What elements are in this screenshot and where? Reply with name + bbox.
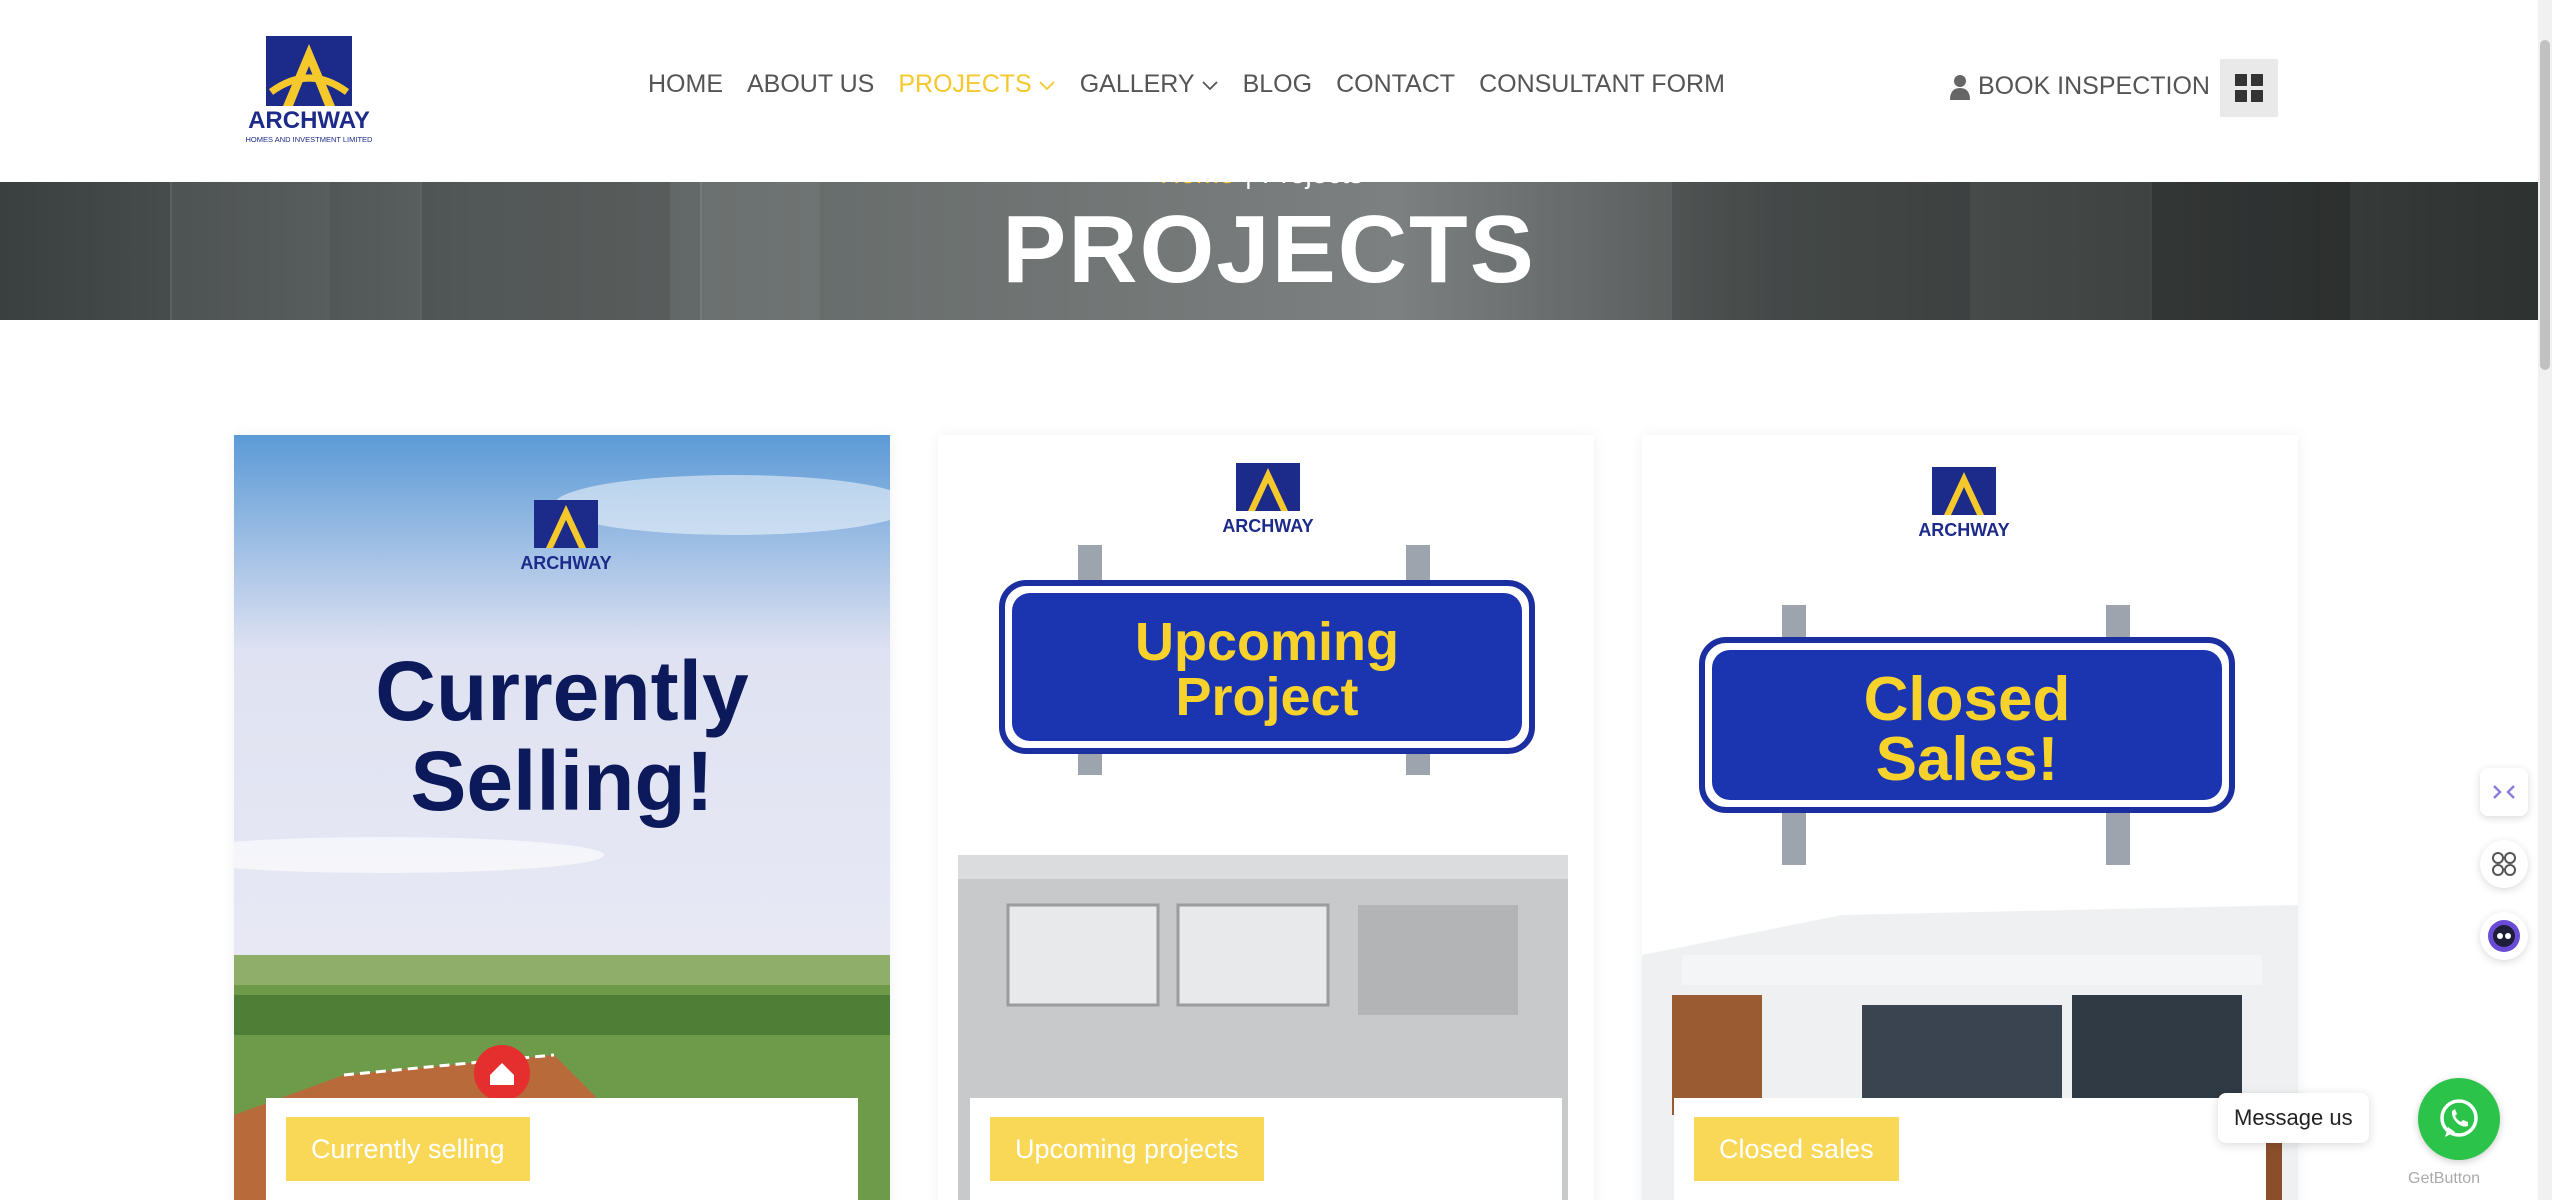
currently-selling-poster: ARCHWAY Currently Selling! (234, 435, 890, 1200)
logo-text: ARCHWAY (248, 107, 370, 134)
apps-widget[interactable] (2480, 840, 2528, 888)
poster-line-2: Sales! (1876, 725, 2059, 794)
svg-text:ARCHWAY: ARCHWAY (520, 553, 611, 573)
chevron-down-icon (1039, 80, 1055, 90)
user-icon (1950, 74, 1970, 100)
card-label-box: Upcoming projects (970, 1098, 1562, 1200)
message-us-bubble[interactable]: Message us (2218, 1093, 2369, 1143)
nav-home[interactable]: HOME (648, 70, 723, 99)
nav-consultant-label: CONSULTANT FORM (1479, 70, 1725, 98)
svg-text:ARCHWAY: ARCHWAY (1222, 516, 1313, 536)
nav-contact[interactable]: CONTACT (1336, 70, 1455, 99)
nav-gallery-label: GALLERY (1079, 70, 1195, 98)
card-tag[interactable]: Closed sales (1694, 1117, 1899, 1181)
page-title: PROJECTS (1002, 196, 1536, 303)
chevron-down-icon (1201, 80, 1218, 90)
nav-blog-label: BLOG (1242, 70, 1313, 98)
poster-line-1: Upcoming (1135, 612, 1399, 672)
poster-line-2: Project (1175, 667, 1358, 727)
book-inspection-label: BOOK INSPECTION (1978, 72, 2210, 100)
poster-line-1: Currently (375, 644, 749, 738)
nav-contact-label: CONTACT (1336, 70, 1456, 98)
grid-menu-button[interactable] (2220, 59, 2278, 117)
whatsapp-icon (2440, 1099, 2478, 1137)
project-card-currently-selling[interactable]: ARCHWAY Currently Selling! Currently sel… (234, 435, 890, 1200)
getbutton-credit[interactable]: GetButton (2408, 1170, 2480, 1188)
closed-sales-poster: ARCHWAY Closed Sales! (1642, 435, 2298, 1200)
nav-projects-label: PROJECTS (898, 70, 1032, 98)
logo-mark: ARCHWAY (1918, 467, 2010, 540)
logo-subtext: HOMES AND INVESTMENT LIMITED (246, 135, 374, 144)
code-icon (2493, 785, 2515, 799)
card-label-box: Closed sales (1674, 1098, 2266, 1200)
book-inspection-link[interactable]: BOOK INSPECTION (1950, 72, 2210, 101)
grid-icon (2235, 74, 2263, 102)
nav-consultant-form[interactable]: CONSULTANT FORM (1479, 70, 1725, 99)
card-label-box: Currently selling (266, 1098, 858, 1200)
svg-text:ARCHWAY: ARCHWAY (1918, 520, 2009, 540)
nav-projects[interactable]: PROJECTS (898, 70, 1055, 99)
main-nav: HOME ABOUT US PROJECTS GALLERY BLOG CONT… (648, 70, 1749, 99)
assistant-widget[interactable] (2480, 912, 2528, 960)
scrollbar-thumb[interactable] (2540, 40, 2550, 370)
archway-logo[interactable]: ARCHWAY HOMES AND INVESTMENT LIMITED (233, 34, 385, 146)
assistant-icon (2488, 920, 2520, 952)
translate-widget[interactable] (2480, 768, 2528, 816)
project-card-closed-sales[interactable]: ARCHWAY Closed Sales! Closed sales (1642, 435, 2298, 1200)
apps-icon (2492, 852, 2516, 876)
project-card-upcoming[interactable]: ARCHWAY Upcoming Project Upcoming projec… (938, 435, 1594, 1200)
upcoming-project-poster: ARCHWAY Upcoming Project (938, 435, 1594, 1200)
nav-about-label: ABOUT US (747, 70, 875, 98)
poster-line-1: Closed (1864, 665, 2071, 734)
poster-line-2: Selling! (410, 734, 713, 828)
site-header: ARCHWAY HOMES AND INVESTMENT LIMITED HOM… (0, 0, 2538, 182)
nav-home-label: HOME (648, 70, 723, 98)
logo-mark: ARCHWAY (1222, 463, 1314, 536)
page: ARCHWAY HOMES AND INVESTMENT LIMITED HOM… (0, 0, 2552, 1200)
whatsapp-button[interactable] (2418, 1078, 2500, 1160)
card-tag[interactable]: Currently selling (286, 1117, 530, 1181)
nav-blog[interactable]: BLOG (1243, 70, 1312, 99)
nav-gallery[interactable]: GALLERY (1080, 70, 1219, 99)
logo-mark: ARCHWAY (520, 500, 612, 573)
nav-about-us[interactable]: ABOUT US (747, 70, 874, 99)
card-tag[interactable]: Upcoming projects (990, 1117, 1264, 1181)
